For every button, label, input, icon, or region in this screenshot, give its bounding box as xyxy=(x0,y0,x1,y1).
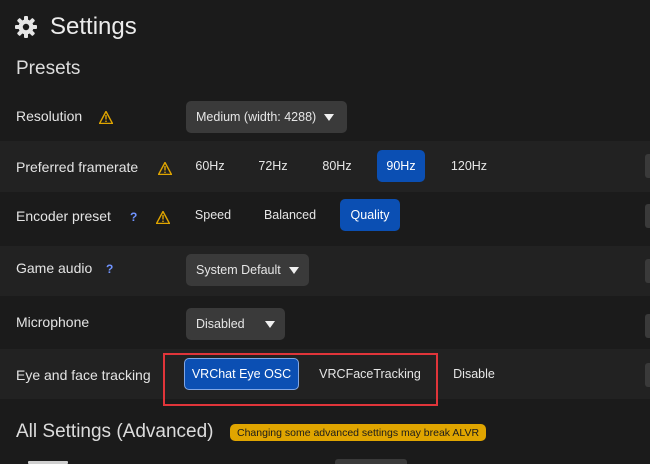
game-audio-label: Game audio xyxy=(16,260,93,276)
help-icon[interactable]: ? xyxy=(106,262,113,276)
chevron-down-icon xyxy=(324,113,335,121)
chevron-down-icon xyxy=(265,320,275,328)
framerate-option-120[interactable]: 120Hz xyxy=(442,150,496,182)
encoder-option-speed[interactable]: Speed xyxy=(186,199,240,231)
game-audio-dropdown[interactable]: System Default xyxy=(186,254,309,286)
reset-button[interactable] xyxy=(645,204,650,228)
next-row-control-fragment[interactable] xyxy=(335,459,407,464)
tracking-label: Eye and face tracking xyxy=(16,367,151,383)
microphone-label: Microphone xyxy=(16,314,90,330)
reset-button[interactable] xyxy=(645,154,650,178)
framerate-option-90[interactable]: 90Hz xyxy=(377,150,425,182)
framerate-option-80[interactable]: 80Hz xyxy=(314,150,360,182)
tracking-option-disable[interactable]: Disable xyxy=(446,358,502,390)
resolution-label: Resolution xyxy=(16,108,83,124)
tracking-option-vrchat-eye-osc[interactable]: VRChat Eye OSC xyxy=(184,358,299,390)
encoder-option-balanced[interactable]: Balanced xyxy=(256,199,324,231)
framerate-option-72[interactable]: 72Hz xyxy=(250,150,296,182)
resolution-dropdown[interactable]: Medium (width: 4288) xyxy=(186,101,347,133)
presets-heading: Presets xyxy=(16,58,81,79)
reset-button[interactable] xyxy=(645,363,650,387)
framerate-label: Preferred framerate xyxy=(16,159,139,175)
microphone-value: Disabled xyxy=(196,317,245,331)
encoder-option-quality[interactable]: Quality xyxy=(340,199,400,231)
chevron-down-icon xyxy=(288,266,299,274)
game-audio-value: System Default xyxy=(196,263,281,277)
advanced-heading: All Settings (Advanced) xyxy=(16,421,214,442)
help-icon[interactable]: ? xyxy=(130,210,137,224)
warning-icon xyxy=(158,162,172,175)
settings-header: Settings xyxy=(14,10,137,44)
warning-icon xyxy=(99,111,113,124)
page-title: Settings xyxy=(50,13,137,40)
row-stripe xyxy=(0,246,650,296)
warning-icon xyxy=(156,211,170,224)
microphone-dropdown[interactable]: Disabled xyxy=(186,308,285,340)
tracking-option-vrcfacetracking[interactable]: VRCFaceTracking xyxy=(314,358,426,390)
reset-button[interactable] xyxy=(645,259,650,283)
encoder-label: Encoder preset xyxy=(16,208,111,224)
gear-icon xyxy=(15,16,37,38)
reset-button[interactable] xyxy=(645,314,650,338)
advanced-warning-badge: Changing some advanced settings may brea… xyxy=(230,424,487,441)
framerate-option-60[interactable]: 60Hz xyxy=(186,150,234,182)
resolution-value: Medium (width: 4288) xyxy=(196,110,317,124)
